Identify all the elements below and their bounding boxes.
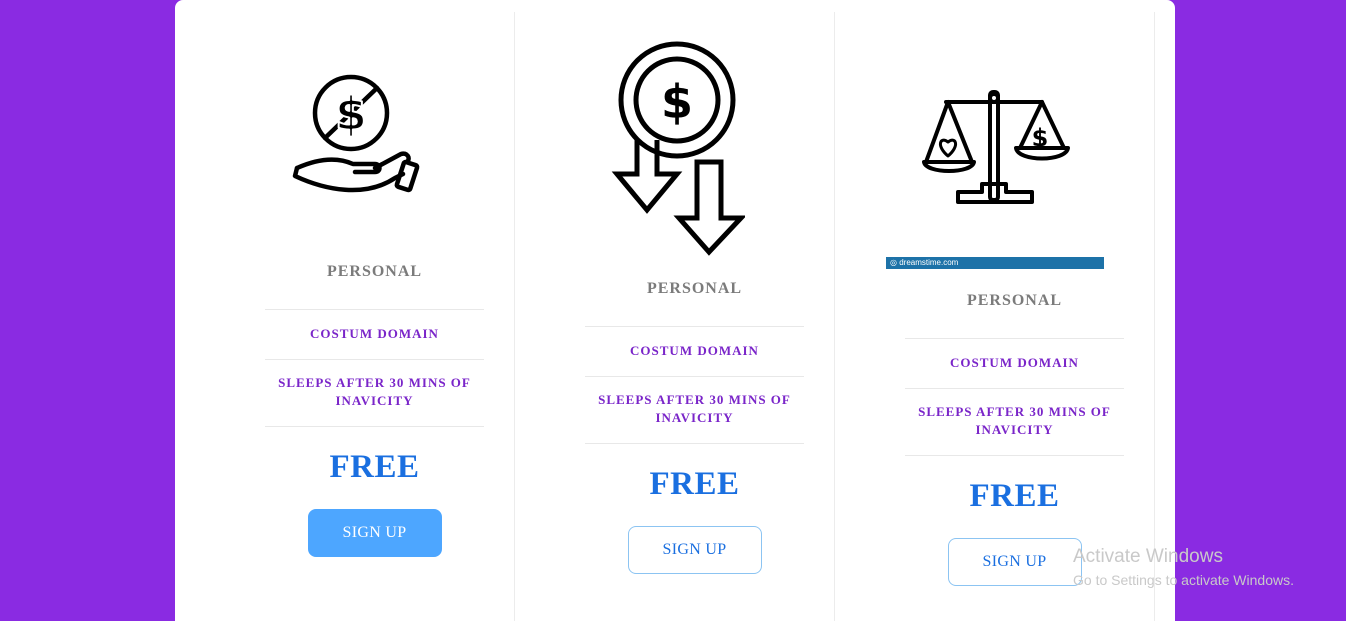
svg-text:$: $ — [335, 87, 367, 141]
price: FREE — [265, 426, 484, 509]
feature-item: COSTUM DOMAIN — [905, 338, 1124, 388]
activate-windows-watermark: Activate Windows Go to Settings to activ… — [1073, 546, 1294, 592]
coin-down-arrows-icon: $ — [515, 40, 835, 256]
feature-item: SLEEPS AFTER 30 MINS OF INAVICITY — [265, 359, 484, 426]
balance-scale-heart-dollar-icon: $ ◎ dreamstime.com — [835, 52, 1155, 270]
watermark-subtitle: Go to Settings to activate Windows. — [1073, 572, 1294, 588]
feature-item: SLEEPS AFTER 30 MINS OF INAVICITY — [585, 376, 804, 443]
pricing-panel: $ PERSONAL COSTUM DOMAIN SLEEPS AFTER 30… — [175, 0, 1175, 621]
hand-no-dollar-icon: $ — [195, 68, 515, 208]
price: FREE — [905, 455, 1124, 538]
pricing-card-1: $ PERSONAL COSTUM DOMAIN SLEEPS AFTER 30… — [195, 12, 515, 621]
feature-item: SLEEPS AFTER 30 MINS OF INAVICITY — [905, 388, 1124, 455]
card-body: PERSONAL COSTUM DOMAIN SLEEPS AFTER 30 M… — [585, 279, 804, 574]
feature-item: COSTUM DOMAIN — [585, 326, 804, 376]
plan-title: PERSONAL — [326, 263, 423, 280]
price: FREE — [585, 443, 804, 526]
plan-title: PERSONAL — [966, 292, 1063, 309]
pricing-card-3: $ ◎ dreamstime.com PERSONAL COSTUM DOMAI… — [835, 12, 1155, 621]
card-body: PERSONAL COSTUM DOMAIN SLEEPS AFTER 30 M… — [265, 262, 484, 557]
plan-title: PERSONAL — [646, 280, 743, 297]
watermark-title: Activate Windows — [1073, 546, 1223, 567]
feature-item: COSTUM DOMAIN — [265, 309, 484, 359]
card-body: PERSONAL COSTUM DOMAIN SLEEPS AFTER 30 M… — [905, 291, 1124, 586]
watermark-logo-icon: ◎ — [890, 258, 900, 267]
sign-up-button[interactable]: SIGN UP — [627, 526, 762, 574]
pricing-card-2: $ PERSONAL COSTUM DOMAIN SLEEPS AFTER 30… — [515, 12, 835, 621]
sign-up-button[interactable]: SIGN UP — [307, 509, 442, 557]
banner-text: dreamstime.com — [899, 258, 959, 267]
image-banner: ◎ dreamstime.com — [886, 257, 1104, 269]
svg-text:$: $ — [661, 75, 693, 129]
sign-up-button[interactable]: SIGN UP — [947, 538, 1082, 586]
svg-text:$: $ — [1032, 124, 1049, 152]
